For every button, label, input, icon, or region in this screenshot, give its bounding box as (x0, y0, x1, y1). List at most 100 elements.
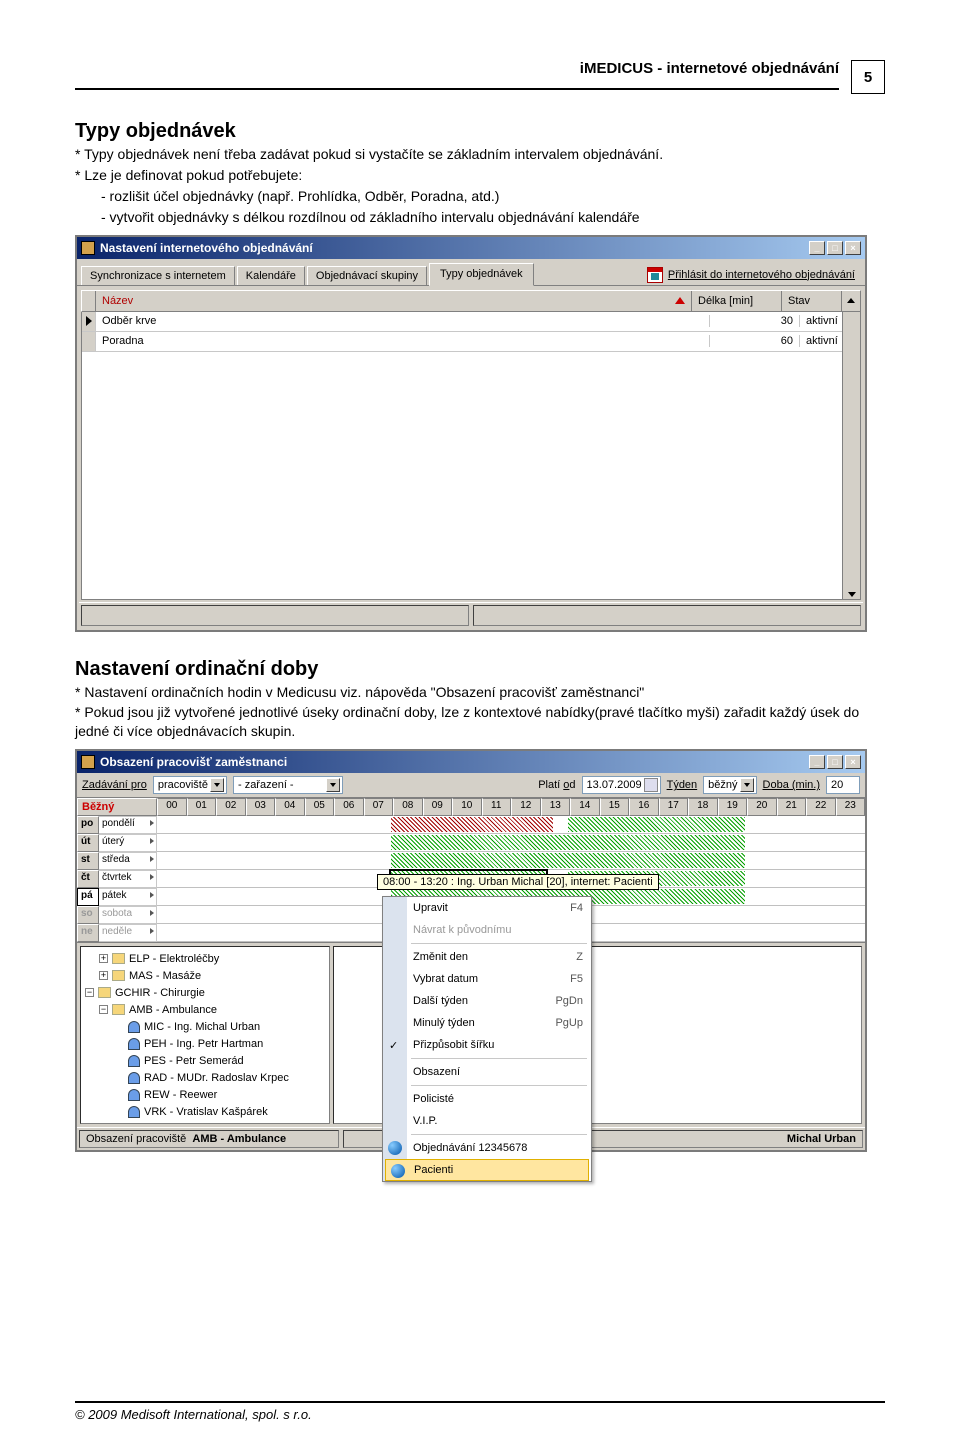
page-number: 5 (851, 60, 885, 94)
tree-expand-icon[interactable]: − (85, 988, 94, 997)
context-item-label: Přizpůsobit šířku (413, 1039, 494, 1051)
window-title: Nastavení internetového objednávání (100, 241, 804, 255)
person-icon (128, 1021, 140, 1033)
maximize-button[interactable]: □ (827, 241, 843, 255)
minimize-button[interactable]: _ (809, 755, 825, 769)
col-length[interactable]: Délka [min] (692, 291, 782, 311)
titlebar[interactable]: Nastavení internetového objednávání _ □ … (77, 237, 865, 259)
hour-header: 15 (600, 798, 630, 816)
schedule-block[interactable] (391, 817, 554, 832)
folder-icon (112, 1004, 125, 1015)
tree-item-label: MAS - Masáže (129, 970, 201, 982)
tree-item[interactable]: VRK - Vratislav Kašpárek (83, 1103, 327, 1120)
chevron-right-icon (150, 820, 154, 826)
context-item[interactable]: Minulý týdenPgUp (383, 1012, 591, 1034)
chevron-right-icon (150, 874, 154, 880)
grid-header: Název Délka [min] Stav (81, 290, 861, 312)
context-item[interactable]: Pacienti (385, 1159, 589, 1181)
context-item[interactable]: UpravitF4 (383, 897, 591, 919)
tab-groups[interactable]: Objednávací skupiny (307, 266, 427, 285)
close-button[interactable]: × (845, 755, 861, 769)
calendar-icon (647, 267, 663, 283)
tyden-combo[interactable]: běžný (703, 776, 756, 794)
hour-header: 01 (187, 798, 217, 816)
context-menu[interactable]: UpravitF4Návrat k původnímuZměnit denZVy… (382, 896, 592, 1182)
day-name: čtvrtek (99, 870, 157, 888)
timeline-row[interactable]: ststředa (77, 852, 865, 870)
tree-item[interactable]: −GCHIR - Chirurgie (83, 984, 327, 1001)
tree-item[interactable]: + MAS - Masáže (83, 967, 327, 984)
schedule-block[interactable] (391, 853, 745, 868)
tree[interactable]: +ELP - Elektroléčby+MAS - Masáže−GCHIR -… (80, 946, 330, 1124)
statusbar (79, 602, 863, 628)
timeline-body[interactable]: popondělíútúterýststředačtčtvrtekpápátek… (77, 816, 865, 942)
scrollbar[interactable] (842, 312, 860, 599)
status-left-value: AMB - Ambulance (192, 1133, 286, 1145)
timeline-corner: Běžný (77, 798, 157, 816)
login-link[interactable]: Přihlásit do internetového objednávání (641, 265, 861, 285)
tree-item[interactable]: −AMB - Ambulance (83, 1001, 327, 1018)
tab-types[interactable]: Typy objednávek (429, 263, 534, 286)
tree-item[interactable]: RAD - MUDr. Radoslav Krpec (83, 1069, 327, 1086)
day-track[interactable] (157, 852, 865, 870)
dropdown-icon (740, 778, 754, 792)
context-item-label: Minulý týden (413, 1017, 475, 1029)
day-track[interactable] (157, 816, 865, 834)
context-item[interactable]: V.I.P. (383, 1110, 591, 1132)
col-name[interactable]: Název (96, 291, 692, 311)
day-abbr: čt (77, 870, 99, 888)
zarazeni-combo[interactable]: - zařazení - (233, 776, 343, 794)
tree-expand-icon[interactable]: + (99, 954, 108, 963)
doba-input[interactable]: 20 (826, 776, 860, 794)
context-item[interactable]: ✓Přizpůsobit šířku (383, 1034, 591, 1056)
context-item[interactable]: Další týdenPgDn (383, 990, 591, 1012)
timeline-row[interactable]: útúterý (77, 834, 865, 852)
tree-item-label: RAD - MUDr. Radoslav Krpec (144, 1072, 289, 1084)
context-separator (411, 1058, 587, 1059)
col-name-label: Název (102, 295, 133, 307)
tab-sync[interactable]: Synchronizace s internetem (81, 266, 235, 285)
tree-item[interactable]: PEH - Ing. Petr Hartman (83, 1035, 327, 1052)
context-item-label: Objednávání 12345678 (413, 1142, 527, 1154)
schedule-block[interactable] (391, 835, 745, 850)
col-state[interactable]: Stav (782, 291, 842, 311)
hour-header: 09 (423, 798, 453, 816)
date-input[interactable]: 13.07.2009 (582, 776, 661, 794)
tree-item[interactable]: REW - Reewer (83, 1086, 327, 1103)
table-row[interactable]: Poradna 60 aktivní (82, 332, 860, 352)
context-item[interactable]: Změnit denZ (383, 946, 591, 968)
timeline-row[interactable]: popondělí (77, 816, 865, 834)
table-row[interactable]: Odběr krve 30 aktivní (82, 312, 860, 332)
tyden-label: Týden (667, 779, 698, 791)
context-item[interactable]: Policisté (383, 1088, 591, 1110)
close-button[interactable]: × (845, 241, 861, 255)
footer: © 2009 Medisoft International, spol. s r… (75, 1401, 885, 1422)
minimize-button[interactable]: _ (809, 241, 825, 255)
tree-expand-icon[interactable]: + (99, 971, 108, 980)
schedule-block[interactable] (568, 817, 745, 832)
scroll-up-button[interactable] (842, 291, 860, 311)
context-item[interactable]: Obsazení (383, 1061, 591, 1083)
context-item[interactable]: Objednávání 12345678 (383, 1137, 591, 1159)
chevron-right-icon (150, 856, 154, 862)
day-track[interactable] (157, 834, 865, 852)
hour-header: 03 (246, 798, 276, 816)
hour-header: 18 (688, 798, 718, 816)
tree-item[interactable]: PES - Petr Semerád (83, 1052, 327, 1069)
chevron-right-icon (150, 892, 154, 898)
section1-p1: * Typy objednávek není třeba zadávat pok… (75, 145, 885, 164)
zadavani-combo[interactable]: pracoviště (153, 776, 227, 794)
tree-item[interactable]: +ELP - Elektroléčby (83, 950, 327, 967)
hour-header: 13 (541, 798, 571, 816)
tree-item[interactable]: MIC - Ing. Michal Urban (83, 1018, 327, 1035)
dropdown-icon (326, 778, 340, 792)
titlebar[interactable]: Obsazení pracovišť zaměstnanci _ □ × (77, 751, 865, 773)
tree-expand-icon[interactable]: − (99, 1005, 108, 1014)
cell-length: 60 (710, 335, 800, 347)
context-item[interactable]: Vybrat datumF5 (383, 968, 591, 990)
login-label: Přihlásit do internetového objednávání (668, 269, 855, 281)
maximize-button[interactable]: □ (827, 755, 843, 769)
context-item-label: Vybrat datum (413, 973, 478, 985)
tab-calendars[interactable]: Kalendáře (237, 266, 305, 285)
hour-header: 23 (836, 798, 866, 816)
